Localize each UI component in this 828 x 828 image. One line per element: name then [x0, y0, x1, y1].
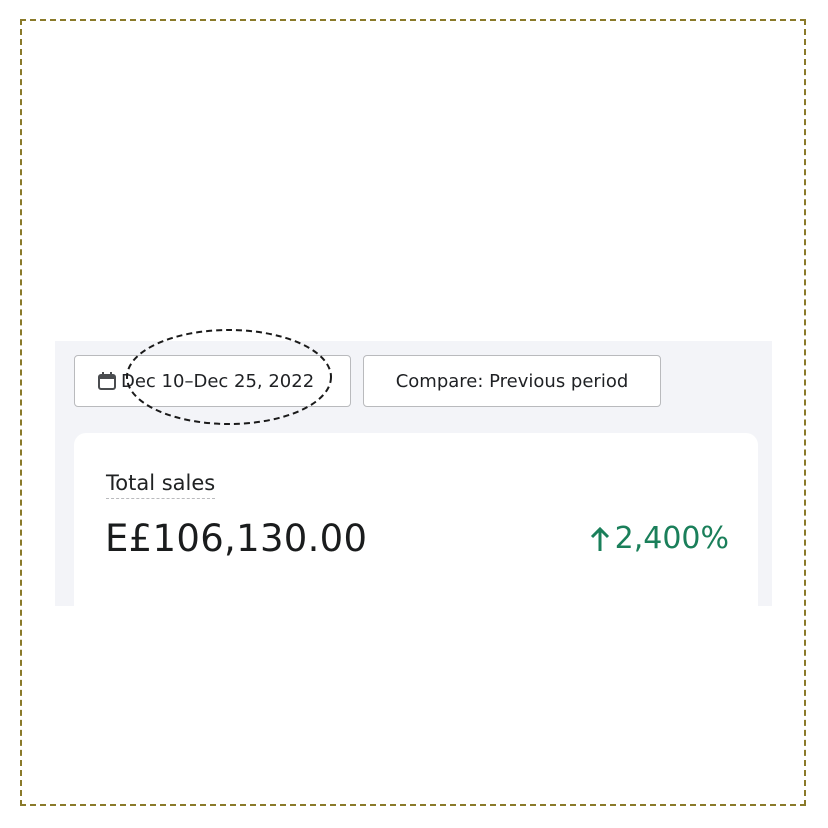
compare-period-button[interactable]: Compare: Previous period [363, 355, 661, 407]
arrow-up-icon [590, 526, 609, 551]
metric-label[interactable]: Total sales [106, 471, 216, 499]
metric-change: 2,400% [589, 521, 729, 556]
date-range-label: Dec 10–Dec 25, 2022 [121, 370, 315, 392]
date-range-button[interactable]: Dec 10–Dec 25, 2022 [74, 355, 351, 407]
calendar-icon [98, 372, 116, 390]
analytics-panel: Dec 10–Dec 25, 2022 Compare: Previous pe… [55, 341, 772, 606]
metric-change-value: 2,400% [614, 521, 729, 556]
compare-period-label: Compare: Previous period [395, 370, 629, 392]
total-sales-card: Total sales E£106,130.00 2,400% [74, 433, 758, 606]
metric-value: E£106,130.00 [105, 517, 368, 560]
